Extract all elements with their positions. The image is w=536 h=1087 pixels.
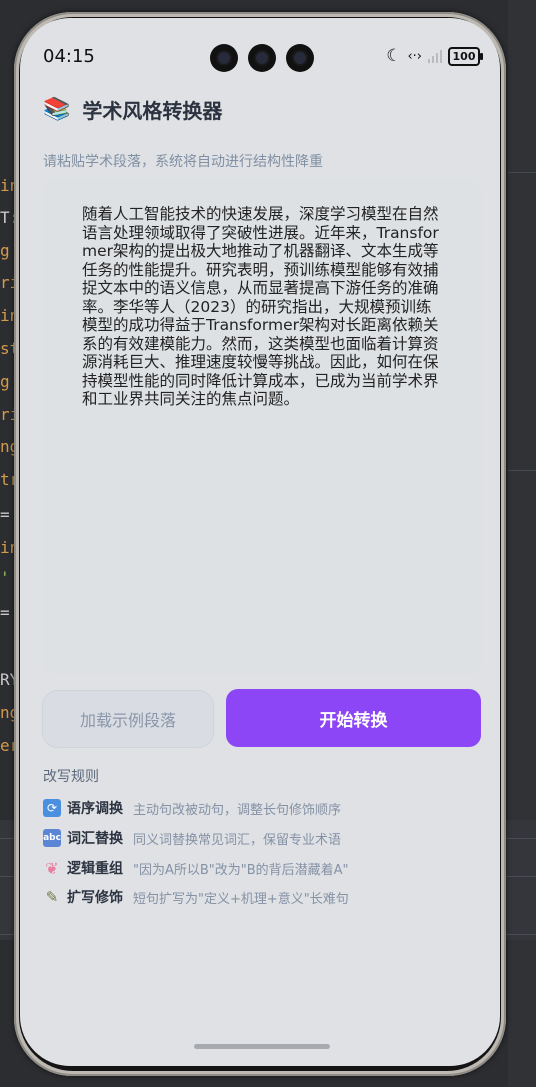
front-camera-icon	[210, 44, 238, 72]
home-indicator[interactable]	[194, 1044, 330, 1049]
load-example-button[interactable]: 加载示例段落	[42, 690, 214, 748]
moon-icon: ☾	[386, 46, 402, 66]
status-bar: 04:15 ☾ ‹·› 100	[20, 18, 500, 98]
rule-item-expand: ✎ 扩写修饰 短句扩写为"定义+机理+意义"长难句	[43, 886, 349, 908]
rule-desc: "因为A所以B"改为"B的背后潜藏着A"	[133, 862, 349, 878]
status-icons: ☾ ‹·› 100	[386, 46, 483, 66]
pen-icon: ✎	[45, 888, 59, 906]
rule-name: 逻辑重组	[67, 861, 123, 877]
rule-name: 扩写修饰	[67, 890, 123, 906]
status-time: 04:15	[43, 46, 95, 67]
rules-title: 改写规则	[43, 769, 99, 785]
rule-name: 语序调换	[67, 801, 123, 817]
rule-item-word-order: ⟳ 语序调换 主动句改被动句，调整长句修饰顺序	[43, 797, 341, 819]
books-icon: 📚	[43, 96, 71, 122]
rule-name: 词汇替换	[67, 831, 123, 847]
input-hint: 请粘贴学术段落，系统将自动进行结构性降重	[43, 154, 323, 170]
rule-desc: 同义词替换常见词汇，保留专业术语	[133, 832, 342, 848]
data-transfer-icon: ‹·›	[407, 48, 422, 64]
paragraph-input[interactable]: 随着人工智能技术的快速发展，深度学习模型在自然语言处理领域取得了突破性进展。近年…	[42, 180, 482, 674]
app-screen: 04:15 ☾ ‹·› 100 📚 学术风格转换器 请粘贴学术段落，系统将自动进…	[20, 18, 500, 1066]
rule-desc: 短句扩写为"定义+机理+意义"长难句	[133, 891, 349, 907]
rule-desc: 主动句改被动句，调整长句修饰顺序	[133, 802, 342, 818]
cycle-icon: ⟳	[43, 799, 61, 817]
battery-icon: 100	[448, 46, 483, 66]
rule-item-logic: ❦ 逻辑重组 "因为A所以B"改为"B的背后潜藏着A"	[43, 857, 349, 879]
paragraph-input-text[interactable]: 随着人工智能技术的快速发展，深度学习模型在自然语言处理领域取得了突破性进展。近年…	[82, 205, 444, 409]
front-camera-icon	[248, 44, 276, 72]
page-title: 学术风格转换器	[82, 98, 223, 123]
signal-icon	[428, 49, 442, 63]
abc-icon: abc	[43, 829, 61, 847]
start-convert-button[interactable]: 开始转换	[226, 689, 481, 747]
front-camera-icon	[286, 44, 314, 72]
rule-item-vocabulary: abc 词汇替换 同义词替换常见词汇，保留专业术语	[43, 827, 341, 849]
brain-icon: ❦	[45, 858, 59, 878]
app-header: 📚 学术风格转换器	[43, 94, 222, 124]
